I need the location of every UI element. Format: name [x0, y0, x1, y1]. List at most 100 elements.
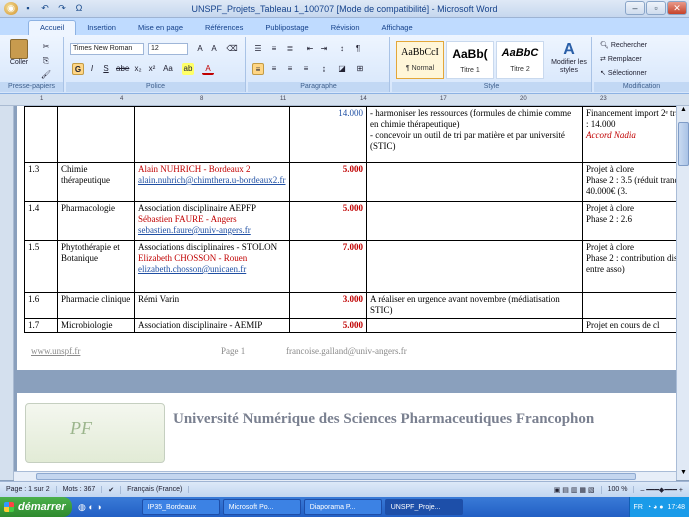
increase-indent-icon[interactable]: ⇥	[318, 43, 330, 55]
taskbar-item-ip35[interactable]: IP35_Bordeaux	[141, 499, 220, 515]
status-language[interactable]: Français (France)	[121, 486, 190, 493]
change-styles-button[interactable]: A Modifier les styles	[550, 41, 588, 75]
cell-contact	[134, 106, 290, 163]
justify-icon[interactable]: ≡	[300, 63, 312, 75]
close-button[interactable]: ✕	[667, 1, 687, 15]
style-titre-1[interactable]: AaBb( Titre 1	[446, 41, 494, 79]
scroll-down-arrow-icon[interactable]: ▼	[678, 469, 689, 480]
horizontal-ruler[interactable]: 1 4 8 11 14 17 20 23	[0, 94, 689, 106]
footer-website-link[interactable]: www.unspf.fr	[31, 346, 221, 356]
shrink-font-icon[interactable]: A	[208, 43, 220, 55]
zoom-slider[interactable]: – ━━━◆━━━ +	[634, 486, 689, 494]
change-case-icon[interactable]: Aa	[162, 63, 174, 75]
table-row[interactable]: 1.6 Pharmacie clinique Rémi Varin 3.000 …	[24, 292, 676, 319]
table-row[interactable]: 1.5 Phytothérapie et Botanique Associati…	[24, 240, 676, 293]
cell-contact: Associations disciplinaires - STOLON Eliz…	[134, 240, 290, 293]
document-area[interactable]: 14.000 - harmoniser les ressources (form…	[14, 106, 676, 480]
style-titre-2[interactable]: AaBbC Titre 2	[496, 41, 544, 79]
format-painter-icon[interactable]: 🖌	[40, 69, 52, 81]
page2-header-title: Université Numérique des Sciences Pharma…	[173, 411, 595, 427]
decrease-indent-icon[interactable]: ⇤	[304, 43, 316, 55]
cell-action: - harmoniser les ressources (formules de…	[366, 106, 583, 163]
tab-mise-en-page[interactable]: Mise en page	[127, 21, 194, 35]
copy-icon[interactable]: ⎘	[40, 55, 52, 67]
ruler-tick: 4	[120, 96, 124, 102]
quick-launch-icons[interactable]: ◍ ◐ ◑	[78, 502, 102, 513]
horizontal-scrollbar[interactable]	[14, 471, 676, 481]
tab-affichage[interactable]: Affichage	[371, 21, 424, 35]
font-name-field[interactable]: Times New Roman	[70, 43, 144, 55]
status-page[interactable]: Page : 1 sur 2	[0, 486, 57, 493]
grow-font-icon[interactable]: A	[194, 43, 206, 55]
font-group-label: Police	[66, 82, 245, 92]
highlight-icon[interactable]: ab	[182, 63, 194, 75]
start-button[interactable]: démarrer	[0, 497, 72, 517]
spellcheck-icon[interactable]: ✔	[102, 485, 122, 494]
tab-insertion[interactable]: Insertion	[76, 21, 127, 35]
table-row[interactable]: 1.7 Microbiologie Association disciplina…	[24, 318, 676, 333]
contact-email-link[interactable]: alain.nuhrich@chimthera.u-bordeaux2.fr	[138, 175, 285, 185]
sort-icon[interactable]: ↕	[336, 43, 348, 55]
numbering-icon[interactable]: ≡	[268, 43, 280, 55]
view-buttons[interactable]: ▣ ▤ ▥ ▦ ▧	[548, 485, 602, 494]
paste-button[interactable]: Coller	[6, 39, 32, 67]
taskbar-item-powerpoint[interactable]: Microsoft Po...	[222, 499, 301, 515]
contact-email-link[interactable]: elizabeth.chosson@unicaen.fr	[138, 264, 246, 274]
cell-domain: Pharmacie clinique	[57, 292, 135, 319]
style-normal[interactable]: AaBbCcI ¶ Normal	[396, 41, 444, 79]
font-size-field[interactable]: 12	[148, 43, 188, 55]
tab-references[interactable]: Références	[194, 21, 254, 35]
tray-language[interactable]: FR	[634, 504, 643, 511]
vertical-ruler[interactable]	[0, 106, 14, 480]
cell-num: 1.4	[24, 201, 58, 241]
clear-format-icon[interactable]: ⌫	[226, 43, 238, 55]
cut-icon[interactable]: ✂	[40, 41, 52, 53]
cell-contact: Rémi Varin	[134, 292, 290, 319]
superscript-icon[interactable]: x²	[146, 63, 158, 75]
align-left-icon[interactable]: ≡	[252, 63, 264, 75]
align-right-icon[interactable]: ≡	[284, 63, 296, 75]
cell-domain: Microbiologie	[57, 318, 135, 333]
borders-icon[interactable]: ⊞	[354, 63, 366, 75]
tray-icons[interactable]: ◔ ◕ ●	[647, 504, 664, 511]
maximize-button[interactable]: ▫	[646, 1, 666, 15]
tab-revision[interactable]: Révision	[320, 21, 371, 35]
editing-group: 🔍︎ Rechercher ⇄ Remplacer ↖ Sélectionner…	[594, 37, 689, 92]
tab-publipostage[interactable]: Publipostage	[254, 21, 319, 35]
zoom-level[interactable]: 100 %	[602, 486, 635, 493]
italic-icon[interactable]: I	[86, 63, 98, 75]
shading-icon[interactable]: ◪	[336, 63, 348, 75]
minimize-button[interactable]: –	[625, 1, 645, 15]
select-button[interactable]: ↖ Sélectionner	[600, 69, 647, 77]
find-button[interactable]: 🔍︎ Rechercher	[600, 41, 647, 49]
ribbon-tabs: Accueil Insertion Mise en page Référence…	[0, 18, 689, 35]
multilevel-list-icon[interactable]: ≣	[284, 43, 296, 55]
contact-email-link[interactable]: sebastien.faure@univ-angers.fr	[138, 225, 251, 235]
ruler-tick: 20	[520, 96, 527, 102]
vertical-scroll-thumb[interactable]	[678, 122, 689, 166]
vertical-scrollbar[interactable]: ▲ ▼	[676, 106, 689, 480]
document-page-1[interactable]: 14.000 - harmoniser les ressources (form…	[17, 106, 676, 370]
font-color-icon[interactable]: A	[202, 63, 214, 75]
horizontal-scroll-thumb[interactable]	[36, 473, 636, 480]
strikethrough-icon[interactable]: abe	[116, 63, 129, 75]
tab-accueil[interactable]: Accueil	[28, 20, 77, 35]
footer-page-number: Page 1	[221, 346, 246, 356]
status-words[interactable]: Mots : 367	[57, 486, 103, 493]
document-page-2[interactable]: PF Université Numérique des Sciences Pha…	[17, 393, 676, 480]
table-row[interactable]: 14.000 - harmoniser les ressources (form…	[24, 106, 676, 163]
show-marks-icon[interactable]: ¶	[352, 43, 364, 55]
line-spacing-icon[interactable]: ↨	[318, 63, 330, 75]
bold-icon[interactable]: G	[72, 63, 84, 75]
taskbar-item-unspf[interactable]: UNSPF_Proje...	[384, 499, 463, 515]
logo-text: PF	[70, 418, 92, 438]
replace-button[interactable]: ⇄ Remplacer	[600, 55, 642, 63]
align-center-icon[interactable]: ≡	[268, 63, 280, 75]
bullets-icon[interactable]: ☰	[252, 43, 264, 55]
table-row[interactable]: 1.4 Pharmacologie Association disciplina…	[24, 201, 676, 241]
table-row[interactable]: 1.3 Chimie thérapeutique Alain NUHRICH -…	[24, 162, 676, 202]
taskbar-item-diaporama[interactable]: Diaporama P...	[303, 499, 382, 515]
underline-icon[interactable]: S	[100, 63, 112, 75]
subscript-icon[interactable]: x₂	[132, 63, 144, 75]
scroll-up-arrow-icon[interactable]: ▲	[678, 106, 689, 117]
